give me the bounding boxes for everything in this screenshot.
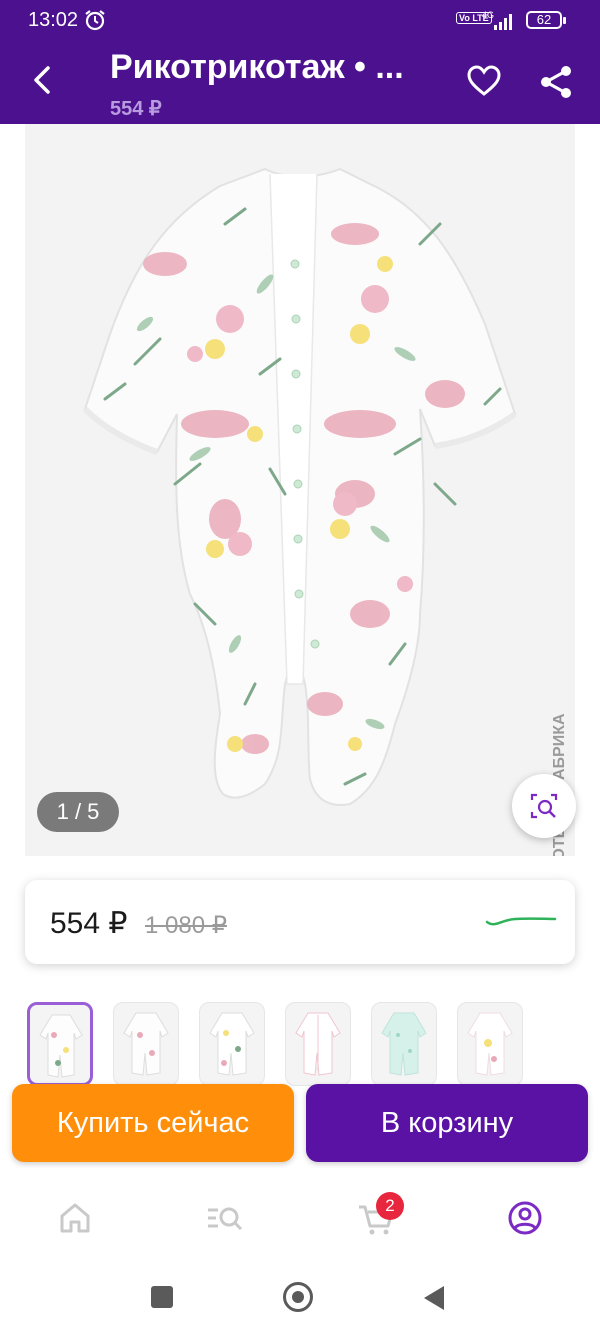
thumbnail[interactable] [199,1002,265,1086]
share-icon[interactable] [538,64,574,100]
buy-now-button[interactable]: Купить сейчас [12,1084,294,1162]
thumbnail[interactable] [371,1002,437,1086]
image-search-icon [530,793,558,819]
thumbnail[interactable] [113,1002,179,1086]
price-card: 554 ₽ 1 080 ₽ [25,880,575,964]
signal-icon: 4G [482,10,512,30]
status-bar: 13:02 Vo LTE 4G 62 [0,0,600,40]
battery-indicator: 62 [526,11,566,29]
bottom-navigation [0,1168,600,1268]
thumbnail[interactable] [27,1002,93,1086]
page-title: Рикотрикотаж • ... [110,48,404,86]
thumbnail[interactable] [285,1002,351,1086]
header-price: 554 ₽ [110,98,162,120]
favorite-heart-icon[interactable] [466,64,502,98]
add-to-cart-button[interactable]: В корзину [306,1084,588,1162]
system-navigation-bar [0,1268,600,1332]
thumbnail[interactable] [457,1002,523,1086]
catalog-search-icon[interactable] [205,1198,245,1238]
profile-icon[interactable] [505,1198,545,1238]
product-image-gallery[interactable]: РИКОТЕКС / ФАБРИКА 1 / 5 [25,124,575,856]
status-time: 13:02 [28,9,79,31]
cart-count-badge: 2 [376,1192,404,1220]
thumbnail-strip [25,1000,600,1086]
home-icon[interactable] [55,1198,95,1238]
network-type: 4G [482,10,494,20]
back-arrow-icon[interactable] [28,62,58,98]
home-button-icon[interactable] [283,1282,313,1312]
visual-search-button[interactable] [512,774,576,838]
product-image [82,167,517,806]
current-price: 554 ₽ [50,907,128,940]
old-price: 1 080 ₽ [145,912,227,939]
loading-indicator-icon [485,917,557,926]
app-bar: Рикотрикотаж • ... 554 ₽ [0,40,600,124]
system-back-icon[interactable] [424,1286,444,1310]
recent-apps-icon[interactable] [151,1286,173,1308]
image-counter: 1 / 5 [37,792,119,832]
alarm-icon [85,10,105,31]
